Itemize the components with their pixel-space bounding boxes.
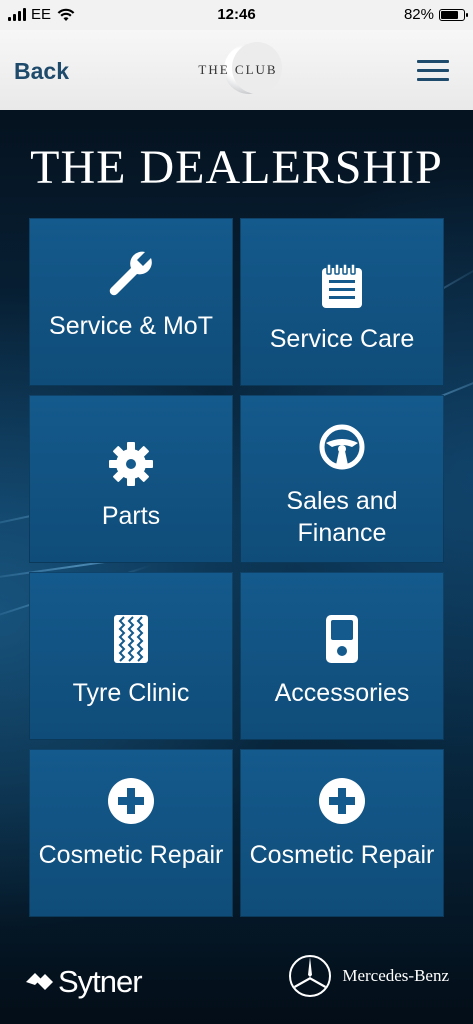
status-time: 12:46 — [217, 6, 256, 23]
mercedes-benz-text: Mercedes-Benz — [342, 966, 449, 985]
tile-label: Accessories — [274, 679, 410, 707]
tyre-clinic-tile[interactable]: Tyre Clinic — [29, 572, 233, 740]
hamburger-icon[interactable] — [417, 60, 449, 82]
plus-circle-icon — [319, 778, 365, 824]
sales-finance-tile[interactable]: Sales and Finance — [240, 395, 444, 563]
sytner-diamond-icon — [26, 973, 53, 990]
tyre-tread-icon — [114, 615, 148, 663]
tile-label: Tyre Clinic — [72, 679, 190, 707]
battery-icon — [439, 8, 468, 21]
accessories-tile[interactable]: Accessories — [240, 572, 444, 740]
ipod-icon — [326, 615, 358, 663]
tile-label: Cosmetic Repair — [249, 841, 435, 869]
nav-bar: Back THE CLUB — [0, 30, 473, 111]
back-button[interactable]: Back — [14, 58, 69, 85]
tile-label: Service Care — [269, 325, 415, 353]
steering-wheel-icon — [319, 424, 365, 470]
plus-circle-icon — [108, 778, 154, 824]
gear-icon — [109, 442, 153, 486]
sytner-logo: Sytner — [24, 964, 143, 1000]
the-club-logo: THE CLUB — [196, 42, 282, 96]
sytner-text: Sytner — [58, 964, 143, 999]
mercedes-benz-logo: Mercedes-Benz — [288, 954, 449, 998]
tile-label: Sales and Finance — [286, 487, 398, 547]
service-care-tile[interactable]: Service Care — [240, 218, 444, 386]
tile-label: Cosmetic Repair — [38, 841, 224, 869]
status-right: 82% — [403, 6, 468, 23]
status-bar: EE 12:46 82% — [0, 0, 473, 30]
logo-text: THE CLUB — [198, 62, 278, 77]
tile-label: Service & MoT — [49, 312, 213, 340]
tile-label: Parts — [101, 502, 161, 530]
page-title: THE DEALERSHIP — [30, 141, 443, 194]
notepad-icon — [322, 263, 362, 308]
dealership-screen: THE DEALERSHIP Service & MoT Service Car… — [0, 110, 473, 1024]
mercedes-star-icon — [289, 955, 332, 997]
parts-tile[interactable]: Parts — [29, 395, 233, 563]
service-mot-tile[interactable]: Service & MoT — [29, 218, 233, 386]
cosmetic-repair-tile-2[interactable]: Cosmetic Repair — [240, 749, 444, 917]
battery-percent: 82% — [403, 6, 434, 23]
wrench-icon — [109, 251, 152, 296]
cosmetic-repair-tile[interactable]: Cosmetic Repair — [29, 749, 233, 917]
